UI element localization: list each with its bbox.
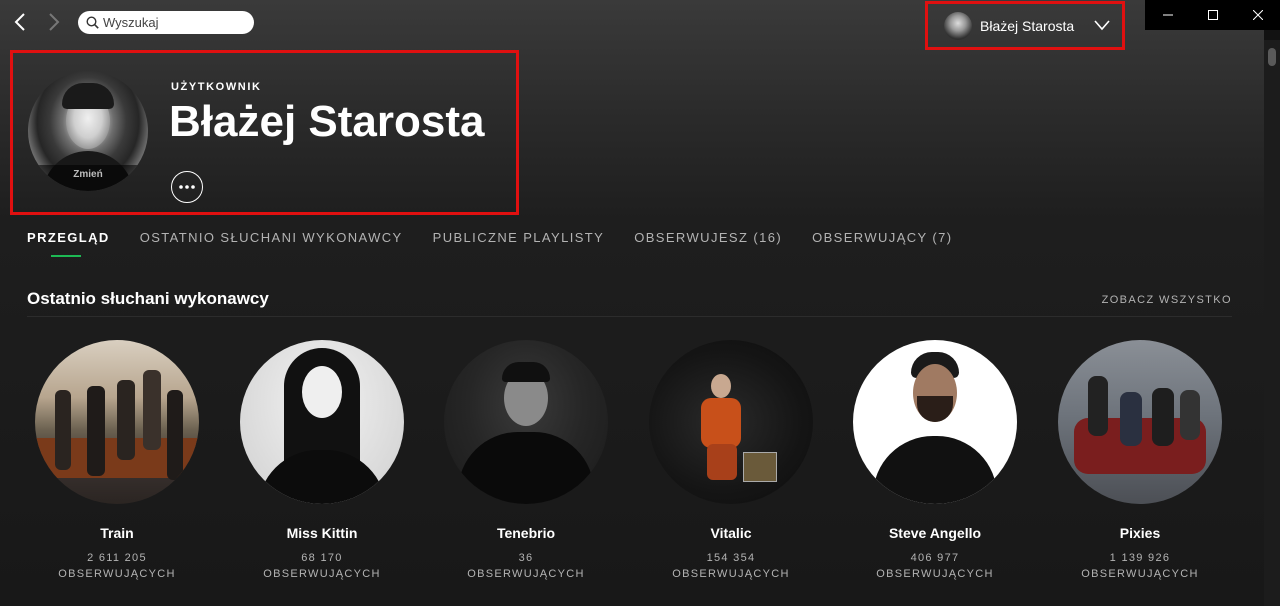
chevron-right-icon: [49, 13, 60, 31]
band-member-shape: [1088, 376, 1108, 436]
user-menu[interactable]: Błażej Starosta: [925, 1, 1125, 50]
body-shape: [458, 432, 594, 504]
close-icon: [1252, 10, 1263, 20]
tab-label: PRZEGLĄD: [27, 230, 110, 245]
chevron-down-icon: [1094, 20, 1110, 31]
artist-name[interactable]: Miss Kittin: [232, 525, 412, 541]
see-all-link[interactable]: ZOBACZ WSZYSTKO: [1102, 294, 1232, 306]
artist-followers: 2 611 205 OBSERWUJĄCYCH: [58, 552, 176, 580]
vertical-scrollbar[interactable]: [1264, 40, 1280, 606]
hair-shape: [502, 362, 550, 382]
profile-header: Zmień UŻYTKOWNIK Błażej Starosta: [10, 50, 519, 215]
change-avatar-label[interactable]: Zmień: [28, 165, 148, 191]
profile-name: Błażej Starosta: [169, 97, 485, 146]
tab-recent-artists[interactable]: OSTATNIO SŁUCHANI WYKONAWCY: [140, 230, 403, 253]
artist-name[interactable]: Pixies: [1050, 525, 1230, 541]
artist-followers: 68 170 OBSERWUJĄCYCH: [263, 552, 381, 580]
artist-followers: 36 OBSERWUJĄCYCH: [467, 552, 585, 580]
band-member-shape: [55, 390, 71, 470]
tab-overview[interactable]: PRZEGLĄD: [27, 230, 110, 257]
tab-following[interactable]: OBSERWUJESZ (16): [634, 230, 782, 253]
artist-followers: 1 139 926 OBSERWUJĄCYCH: [1081, 552, 1199, 580]
section-divider: [27, 316, 1232, 317]
window-controls: [1145, 0, 1280, 30]
tab-followers[interactable]: OBSERWUJĄCY (7): [812, 230, 952, 253]
search-box[interactable]: [78, 11, 254, 34]
body-shape: [873, 436, 997, 504]
avatar-hair-shape: [62, 83, 114, 109]
face-shape: [302, 366, 342, 418]
band-member-shape: [1152, 388, 1174, 446]
forward-button[interactable]: [42, 10, 66, 34]
maximize-button[interactable]: [1190, 0, 1235, 30]
active-tab-indicator: [51, 255, 81, 257]
band-member-shape: [1180, 390, 1200, 440]
user-name: Błażej Starosta: [980, 17, 1075, 34]
chevron-left-icon: [14, 13, 25, 31]
artist-image: [1058, 340, 1222, 504]
artist-image: [35, 340, 199, 504]
synth-shape: [743, 452, 777, 482]
profile-tabs: PRZEGLĄD OSTATNIO SŁUCHANI WYKONAWCY PUB…: [27, 230, 983, 257]
search-input[interactable]: [103, 15, 243, 30]
legs-shape: [707, 444, 737, 480]
band-member-shape: [143, 370, 161, 450]
band-member-shape: [167, 390, 183, 480]
body-shape: [258, 450, 386, 504]
jacket-shape: [701, 398, 741, 448]
tab-label: OSTATNIO SŁUCHANI WYKONAWCY: [139, 230, 403, 245]
minimize-icon: [1162, 14, 1173, 16]
back-button[interactable]: [8, 10, 32, 34]
app-window: Błażej Starosta Zmień UŻYTKOWNIK Błażej …: [0, 0, 1264, 606]
artist-image: [444, 340, 608, 504]
band-member-shape: [1120, 392, 1142, 446]
close-window-button[interactable]: [1235, 0, 1280, 30]
ellipsis-icon: [179, 185, 195, 189]
artist-image: [649, 340, 813, 504]
artist-card[interactable]: Pixies 1 139 926 OBSERWUJĄCYCH: [1050, 340, 1230, 582]
minimize-button[interactable]: [1145, 0, 1190, 30]
scrollbar-thumb[interactable]: [1268, 48, 1276, 66]
section-title: Ostatnio słuchani wykonawcy: [27, 289, 269, 308]
tab-public-playlists[interactable]: PUBLICZNE PLAYLISTY: [433, 230, 605, 253]
band-member-shape: [87, 386, 105, 476]
beard-shape: [917, 396, 953, 422]
artist-card[interactable]: Steve Angello 406 977 OBSERWUJĄCYCH: [845, 340, 1025, 582]
face-shape: [711, 374, 731, 398]
artist-name[interactable]: Vitalic: [641, 525, 821, 541]
band-member-shape: [117, 380, 135, 460]
artist-followers: 154 354 OBSERWUJĄCYCH: [672, 552, 790, 580]
artist-name[interactable]: Steve Angello: [845, 525, 1025, 541]
more-options-button[interactable]: [171, 171, 203, 203]
profile-type-label: UŻYTKOWNIK: [171, 81, 262, 93]
tab-label: PUBLICZNE PLAYLISTY: [432, 230, 605, 245]
artist-card[interactable]: Vitalic 154 354 OBSERWUJĄCYCH: [641, 340, 821, 582]
artist-followers: 406 977 OBSERWUJĄCYCH: [876, 552, 994, 580]
profile-avatar[interactable]: Zmień: [28, 71, 148, 191]
tab-label: OBSERWUJĄCY (7): [812, 230, 953, 245]
artist-card[interactable]: Tenebrio 36 OBSERWUJĄCYCH: [436, 340, 616, 582]
artist-name[interactable]: Train: [27, 525, 207, 541]
user-avatar: [944, 11, 972, 40]
artist-image: [853, 340, 1017, 504]
artist-name[interactable]: Tenebrio: [436, 525, 616, 541]
artist-card[interactable]: Train 2 611 205 OBSERWUJĄCYCH: [27, 340, 207, 582]
maximize-icon: [1207, 10, 1218, 20]
artist-card[interactable]: Miss Kittin 68 170 OBSERWUJĄCYCH: [232, 340, 412, 582]
tab-label: OBSERWUJESZ (16): [634, 230, 783, 245]
search-icon: [86, 16, 99, 29]
artist-image: [240, 340, 404, 504]
